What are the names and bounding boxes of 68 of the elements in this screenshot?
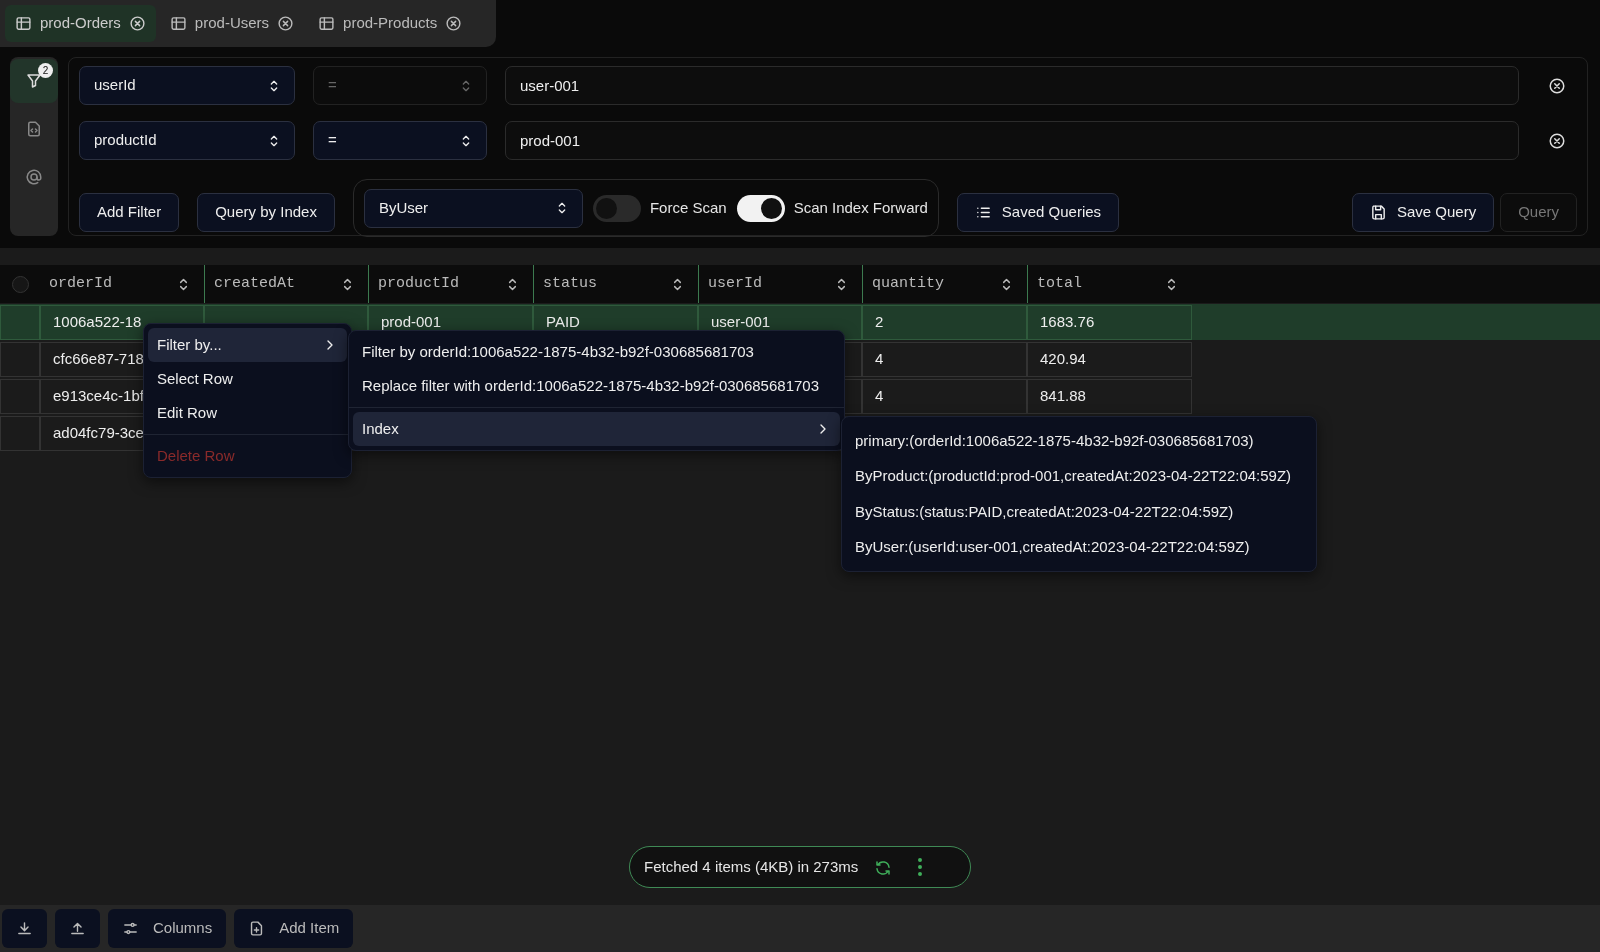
- toggle-switch[interactable]: [592, 194, 641, 222]
- menu-item[interactable]: primary:(orderId:1006a522-1875-4b32-b92f-030685681703): [846, 423, 1312, 459]
- operator-select[interactable]: =: [313, 121, 487, 160]
- column-header[interactable]: status: [533, 265, 698, 303]
- menu-item[interactable]: ByProduct:(productId:prod-001,createdAt:2023-04-22T22:04:59Z): [846, 458, 1312, 494]
- row-checkbox-cell[interactable]: [0, 342, 40, 377]
- menu-item[interactable]: Filter by...: [148, 328, 347, 362]
- menu-item[interactable]: Replace filter with orderId:1006a522-1875-4b32-b92f-030685681703: [353, 369, 840, 403]
- status-text: Fetched 4 items (4KB) in 273ms: [644, 856, 859, 877]
- close-icon: [277, 15, 295, 32]
- toggle-switch[interactable]: [736, 194, 785, 222]
- save-icon: [1369, 204, 1387, 221]
- switch-label: Force Scan: [649, 197, 727, 218]
- close-icon: [445, 15, 463, 32]
- row-checkbox-cell[interactable]: [0, 305, 40, 340]
- column-header[interactable]: productId: [368, 265, 533, 303]
- close-icon: [1548, 131, 1566, 150]
- table-icon: [318, 15, 336, 32]
- download-button[interactable]: [2, 909, 47, 948]
- table-cell: 4: [862, 342, 1027, 377]
- table-cell: 420.94: [1027, 342, 1192, 377]
- tab[interactable]: prod-Products: [308, 5, 473, 42]
- table-cell: 2: [862, 305, 1027, 340]
- table-cell: 4: [862, 379, 1027, 414]
- close-icon: [128, 15, 146, 32]
- table-icon: [15, 15, 32, 32]
- upload-icon: [69, 920, 86, 937]
- add-filter-button[interactable]: Add Filter: [79, 193, 180, 232]
- operator-select: =: [313, 66, 487, 105]
- value-field[interactable]: prod-001: [505, 121, 1519, 160]
- attribute-select[interactable]: productId: [79, 121, 295, 160]
- sidebar-item[interactable]: 2: [10, 59, 58, 103]
- close-icon: [1548, 76, 1566, 95]
- code-file-icon: [25, 120, 43, 138]
- saved-queries-button[interactable]: Saved Queries: [956, 193, 1120, 232]
- column-header[interactable]: orderId: [40, 265, 204, 303]
- query-by-index-button[interactable]: Query by Index: [197, 193, 335, 232]
- upload-button[interactable]: [55, 909, 100, 948]
- sliders-icon: [122, 920, 139, 937]
- refresh-icon: [874, 858, 893, 877]
- row-checkbox-cell[interactable]: [0, 416, 40, 451]
- column-header[interactable]: userId: [698, 265, 862, 303]
- save-query-button[interactable]: Save Query: [1351, 193, 1495, 232]
- column-header[interactable]: createdAt: [204, 265, 368, 303]
- menu-item[interactable]: ByUser:(userId:user-001,createdAt:2023-04-22T22:04:59Z): [846, 529, 1312, 565]
- tab[interactable]: prod-Users: [159, 5, 305, 42]
- index-select[interactable]: ByUser: [363, 188, 583, 228]
- table-cell: 1683.76: [1027, 305, 1192, 340]
- column-header[interactable]: total: [1027, 265, 1192, 303]
- count-badge: 2: [38, 63, 53, 78]
- tab[interactable]: prod-Orders: [5, 5, 156, 42]
- menu-item[interactable]: ByStatus:(status:PAID,createdAt:2023-04-22T22:04:59Z): [846, 494, 1312, 530]
- more-icon: [918, 858, 923, 876]
- add-button[interactable]: Add Item: [234, 909, 354, 948]
- switch-label: Scan Index Forward: [793, 197, 928, 218]
- attribute-select[interactable]: userId: [79, 66, 295, 105]
- more-button[interactable]: [918, 858, 923, 876]
- at-sign-icon: [25, 168, 43, 186]
- select-all-checkbox[interactable]: [11, 275, 29, 293]
- download-icon: [16, 920, 33, 937]
- column-header[interactable]: quantity: [862, 265, 1027, 303]
- filter-icon: [25, 72, 43, 90]
- table-cell: 841.88: [1027, 379, 1192, 414]
- menu-item[interactable]: Index: [353, 412, 840, 446]
- value-field[interactable]: user-001: [505, 66, 1519, 105]
- row-checkbox-cell[interactable]: [0, 379, 40, 414]
- columns-button[interactable]: Columns: [108, 909, 227, 948]
- table-icon: [169, 15, 187, 32]
